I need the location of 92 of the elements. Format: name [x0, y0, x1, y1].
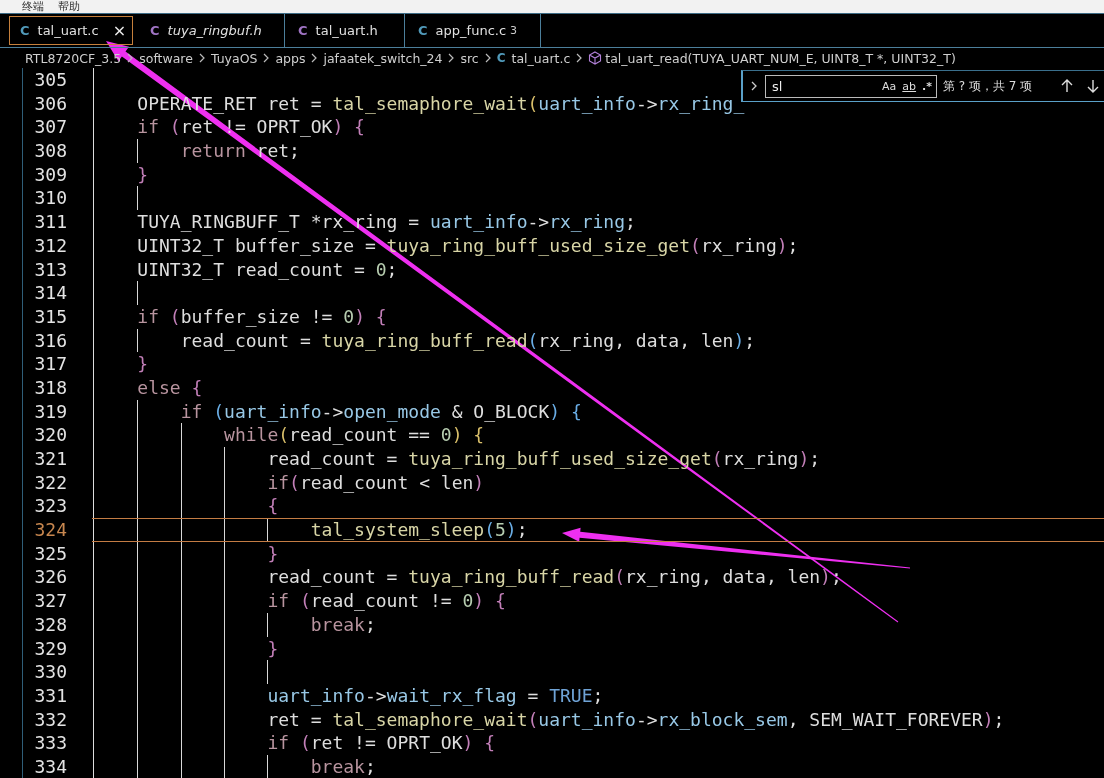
search-field[interactable]: sl Aa ab .*	[765, 74, 937, 98]
code-line: else {	[136, 376, 203, 398]
code-line: tal_system_sleep(5);	[309, 519, 528, 541]
code-line: while(read_count == 0) {	[223, 424, 485, 446]
file-type-icon: C	[150, 23, 160, 38]
editor-tab[interactable]: C tuya_ringbuf.h	[137, 14, 286, 47]
code-line: if (read_count != 0) {	[266, 590, 506, 612]
line-number: 324	[33, 518, 67, 542]
search-option[interactable]: Aa	[882, 79, 897, 93]
chevron-icon	[197, 53, 206, 63]
code-line: }	[266, 637, 279, 659]
code-line: }	[136, 353, 149, 375]
line-number: 334	[33, 754, 67, 778]
line-number: 328	[33, 612, 67, 637]
line-number: 333	[33, 731, 67, 755]
line-number: 327	[33, 589, 67, 613]
breadcrumb-item[interactable]: src	[460, 50, 479, 66]
line-number: 314	[33, 281, 67, 305]
search-option[interactable]: .*	[922, 79, 932, 93]
line-number: 326	[33, 565, 67, 590]
file-type-icon: C	[496, 51, 506, 65]
search-option[interactable]: ab	[902, 79, 917, 93]
line-number: 329	[33, 636, 67, 661]
menu-item[interactable]: 帮助	[58, 0, 80, 13]
line-number: 319	[33, 399, 67, 424]
line-number: 309	[33, 162, 67, 187]
line-number: 332	[33, 707, 67, 732]
breadcrumb-item[interactable]: tal_uart_read(TUYA_UART_NUM_E, UINT8_T *, UINT32_T)	[605, 50, 956, 66]
line-number: 325	[33, 541, 67, 566]
code-line: if (uart_info->open_mode & O_BLOCK) {	[179, 400, 582, 422]
line-number: 320	[33, 423, 67, 447]
code-line: UINT32_T read_count = 0;	[136, 258, 398, 280]
line-number: 308	[33, 139, 67, 163]
line-number: 317	[33, 352, 67, 376]
chevron-icon	[575, 53, 584, 63]
breadcrumb-item[interactable]: jafaatek_switch_24	[323, 50, 443, 66]
tab-label: tal_uart.h	[315, 23, 378, 38]
cube-icon	[588, 51, 603, 65]
file-type-icon: C	[20, 23, 30, 38]
line-number: 322	[33, 470, 67, 495]
line-number: 318	[33, 375, 67, 400]
line-number: 306	[33, 91, 67, 116]
line-number: 305	[33, 68, 67, 92]
file-type-icon: C	[298, 23, 308, 38]
problem-count: 3	[510, 24, 518, 37]
line-number: 312	[33, 233, 67, 258]
line-number: 311	[33, 210, 67, 234]
code-line: }	[266, 542, 279, 564]
chevron-icon	[483, 53, 492, 63]
chevron-icon	[262, 53, 271, 63]
breadcrumb-item[interactable]: RTL8720CF_3.5	[25, 50, 122, 66]
match-count: 第 ? 项，共 7 项	[943, 77, 1034, 95]
code-line: ret = tal_semaphore_wait(uart_info->rx_block_sem, SEM_WAIT_FOREVER);	[266, 708, 1005, 730]
menu-item[interactable]: 终端	[22, 0, 44, 13]
code-line: if (ret != OPRT_OK) {	[266, 732, 495, 754]
line-number: 330	[33, 660, 67, 684]
tab-label: tal_uart.c	[37, 23, 99, 38]
editor-tab[interactable]: C tal_uart.h	[285, 14, 406, 47]
code-line: break;	[309, 755, 376, 777]
editor-tab[interactable]: C app_func.c 3	[405, 14, 542, 47]
tab-label: app_func.c	[435, 23, 507, 38]
line-number: 316	[33, 328, 67, 353]
line-number: 307	[33, 115, 67, 140]
file-type-icon: C	[418, 23, 428, 38]
code-line: uart_info->wait_rx_flag = TRUE;	[266, 684, 604, 706]
code-line: read_count = tuya_ring_buff_read(rx_ring, data, len);	[266, 566, 842, 588]
line-number: 321	[33, 447, 67, 471]
code-line: }	[136, 163, 149, 185]
code-line: if (buffer_size != 0) {	[136, 305, 387, 327]
down-arrow-icon[interactable]	[1085, 78, 1101, 94]
up-arrow-icon[interactable]	[1059, 78, 1075, 94]
breadcrumb-item[interactable]: tal_uart.c	[511, 50, 571, 66]
line-number: 323	[33, 494, 67, 519]
line-number: 331	[33, 683, 67, 708]
close-button[interactable]: ×	[112, 21, 127, 40]
breadcrumb-item[interactable]: TuyaOS	[210, 50, 258, 66]
chevron-icon	[310, 53, 319, 63]
line-number: 313	[33, 257, 67, 282]
code-line: {	[266, 495, 279, 517]
chevron-icon	[447, 53, 456, 63]
code-line: break;	[309, 613, 376, 635]
code-line: if (ret != OPRT_OK) {	[136, 116, 365, 138]
breadcrumb-item[interactable]: software	[139, 50, 193, 66]
editor-tab[interactable]: C tal_uart.c ×	[9, 16, 134, 45]
code-line: if(read_count < len)	[266, 471, 485, 493]
line-number: 310	[33, 186, 67, 211]
code-line: return ret;	[179, 140, 300, 162]
line-number: 315	[33, 304, 67, 329]
tab-label: tuya_ringbuf.h	[167, 23, 262, 38]
breadcrumb-item[interactable]: apps	[275, 50, 306, 66]
code-line: UINT32_T buffer_size = tuya_ring_buff_used_size_get(rx_ring);	[136, 234, 799, 256]
expand-icon[interactable]	[749, 80, 759, 92]
